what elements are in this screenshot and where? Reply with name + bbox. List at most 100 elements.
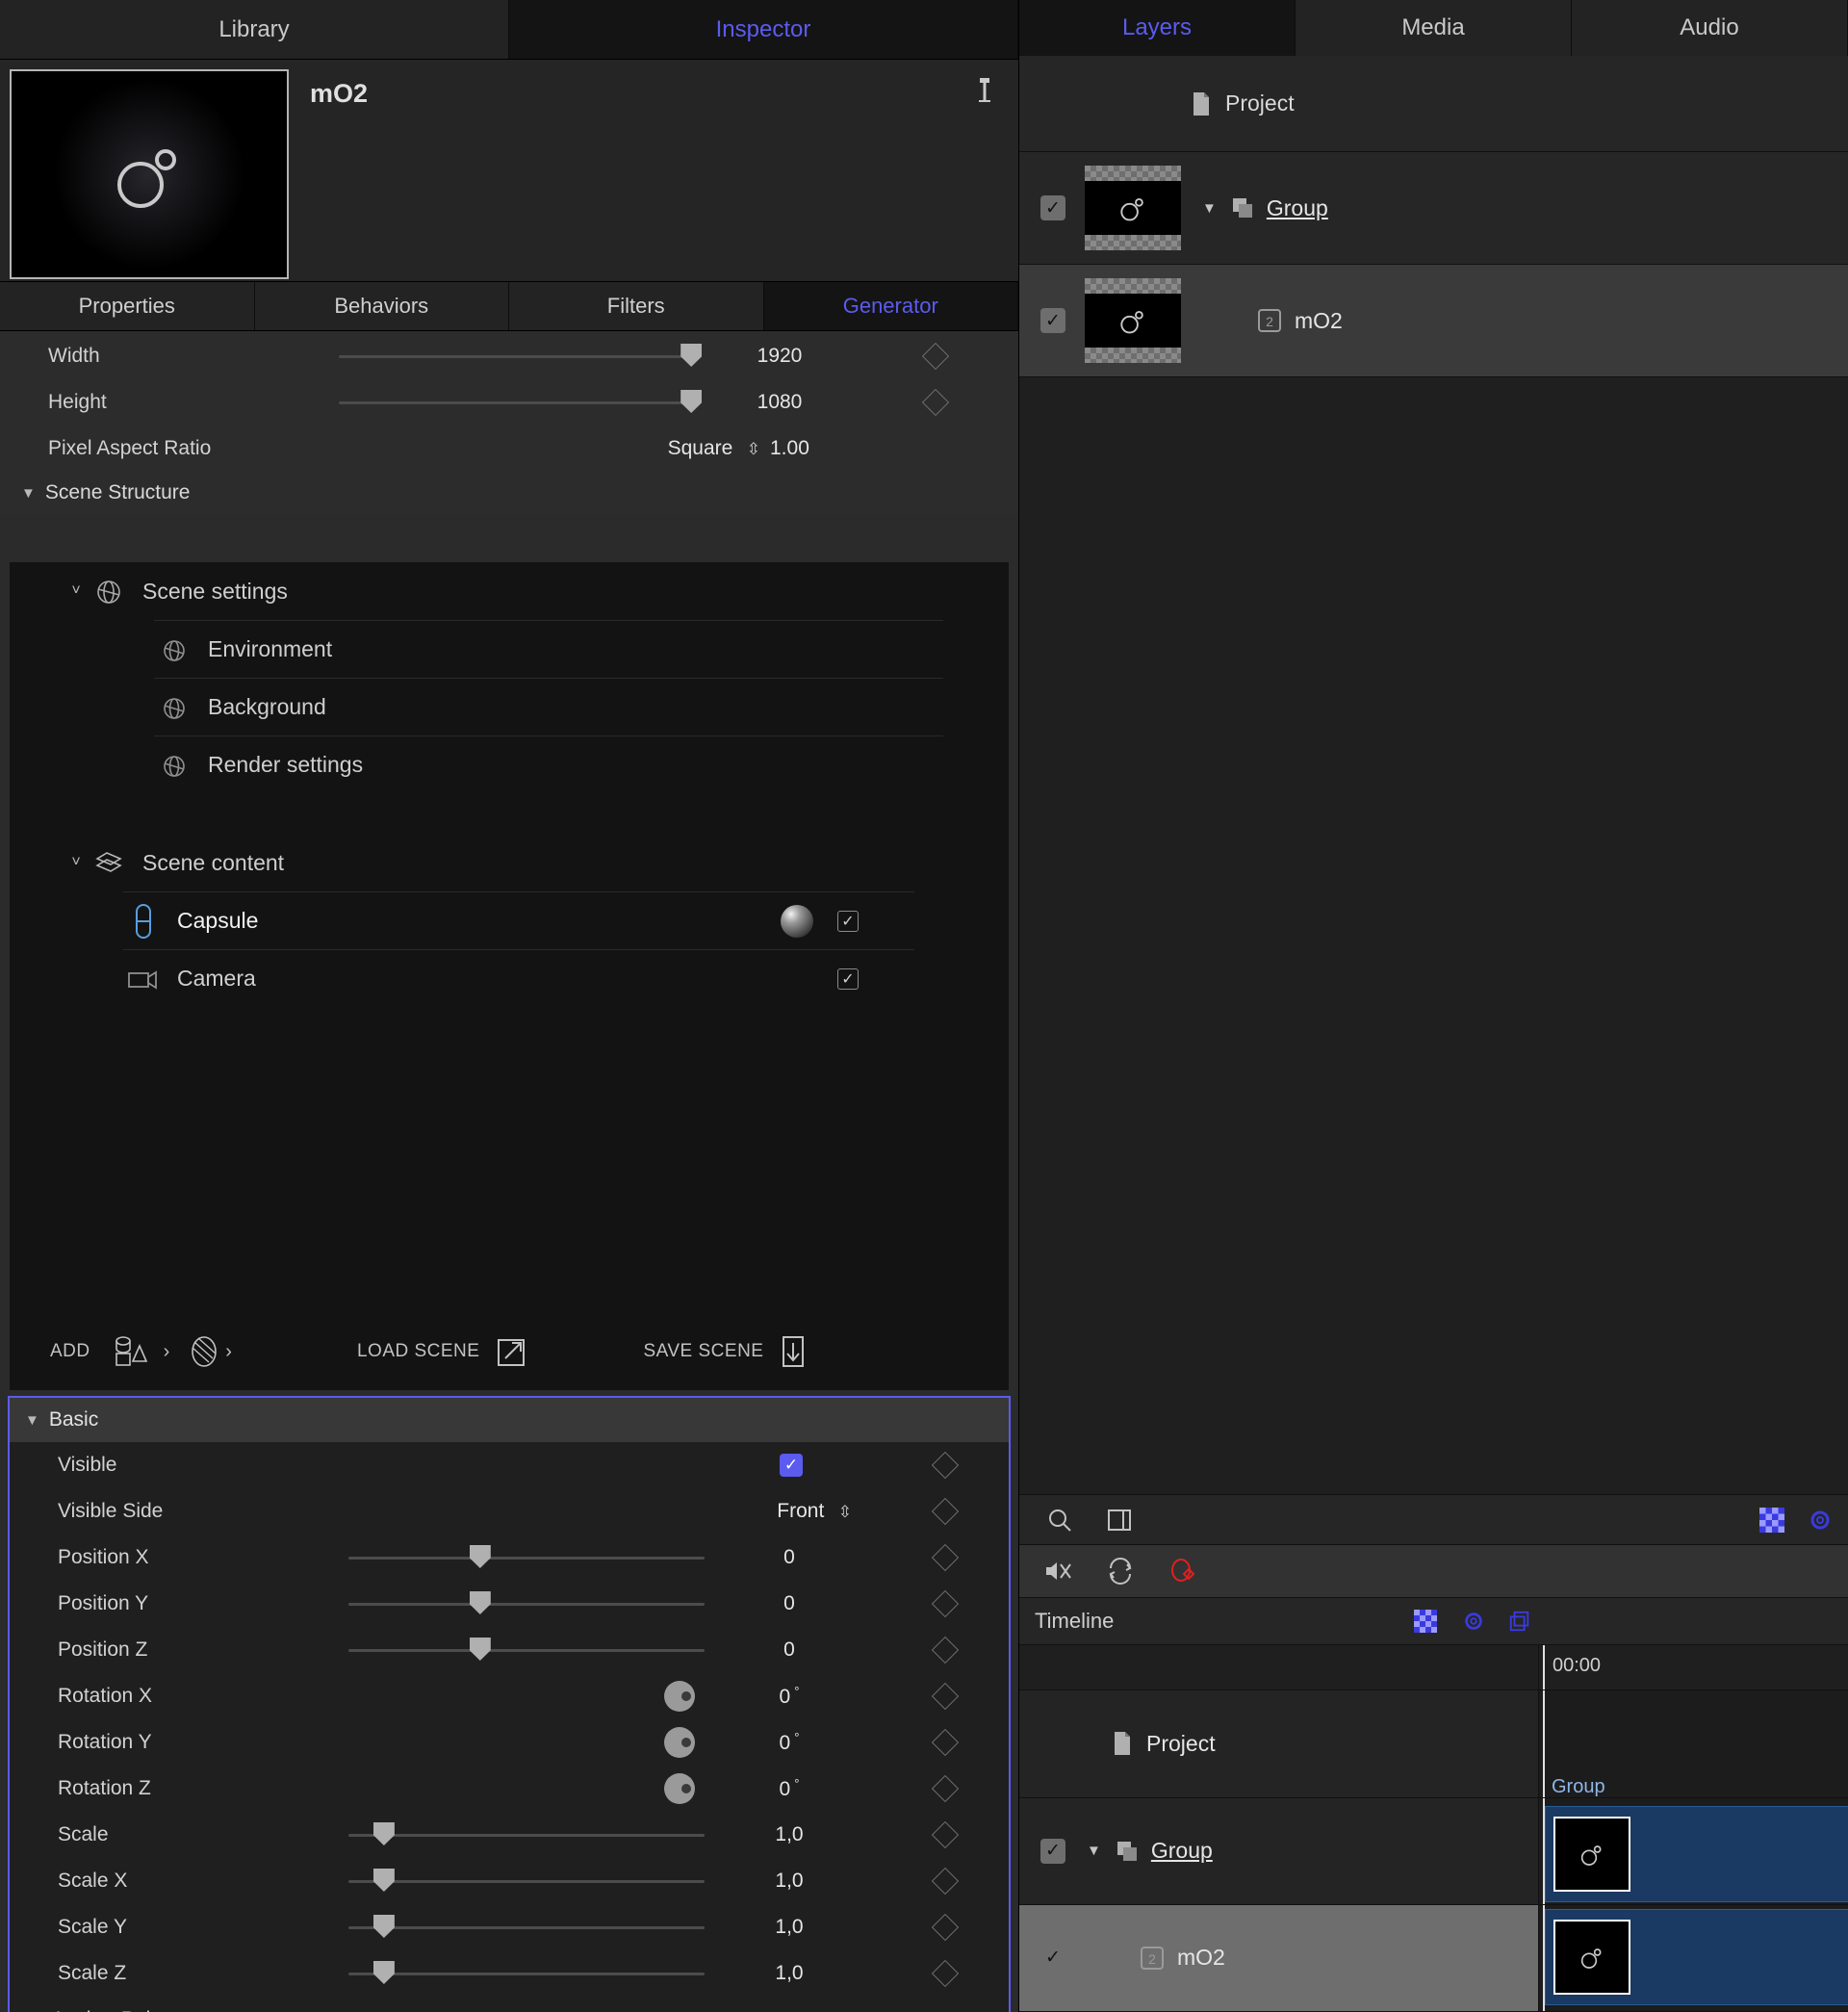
- value-width[interactable]: 1920: [717, 345, 842, 368]
- slider-knob[interactable]: [469, 1638, 491, 1661]
- property-row-anchor-point[interactable]: ▶ Anchor Point: [10, 1997, 1009, 2012]
- slider-knob[interactable]: [372, 1822, 395, 1845]
- keyframe-diamond-icon[interactable]: [921, 388, 950, 417]
- slider-scale-z[interactable]: [348, 1961, 705, 1984]
- tab-inspector[interactable]: Inspector: [509, 0, 1018, 59]
- keyframe-diamond-icon[interactable]: [931, 1820, 960, 1849]
- keyframe-diamond-icon[interactable]: [931, 1867, 960, 1896]
- keyframe-diamond-icon[interactable]: [921, 342, 950, 371]
- load-scene-label[interactable]: LOAD SCENE: [357, 1341, 479, 1362]
- keyframe-diamond-icon[interactable]: [931, 1959, 960, 1988]
- checkerboard-icon[interactable]: [1759, 1507, 1784, 1533]
- slider-knob[interactable]: [469, 1591, 491, 1614]
- loop-icon[interactable]: [1106, 1557, 1135, 1586]
- value-pixel-aspect-ratio[interactable]: 1.00: [770, 437, 886, 460]
- value-rotation-z[interactable]: 0 °: [727, 1776, 852, 1801]
- shapes-icon[interactable]: [112, 1332, 162, 1371]
- timeline-row-mo2[interactable]: ✓ 2 mO2: [1019, 1904, 1848, 2012]
- slider-width[interactable]: [339, 344, 703, 367]
- slider-knob[interactable]: [372, 1961, 395, 1984]
- chevron-right-icon[interactable]: ›: [225, 1341, 232, 1363]
- tab-layers[interactable]: Layers: [1019, 0, 1296, 57]
- timeline-row-group[interactable]: ✓ ▼ Group Group: [1019, 1776, 1848, 1905]
- material-preview-sphere[interactable]: [781, 904, 813, 938]
- slider-knob[interactable]: [680, 344, 703, 367]
- tab-audio[interactable]: Audio: [1572, 0, 1848, 57]
- tab-library[interactable]: Library: [0, 0, 509, 59]
- playhead[interactable]: [1543, 1690, 1545, 1797]
- value-scale-x[interactable]: 1,0: [727, 1870, 852, 1893]
- label-layer-mo2[interactable]: mO2: [1295, 308, 1343, 334]
- chevron-updown-icon[interactable]: ⇳: [747, 441, 760, 457]
- panel-layout-icon[interactable]: [1106, 1507, 1133, 1534]
- timeline-visibility-checkbox[interactable]: ✓: [1040, 1838, 1065, 1864]
- tree-item-capsule[interactable]: Capsule ✓: [123, 891, 914, 949]
- section-basic[interactable]: ▼ Basic: [10, 1398, 1009, 1442]
- slider-position-y[interactable]: [348, 1591, 705, 1614]
- keyframe-diamond-icon[interactable]: [931, 1774, 960, 1803]
- layers-list[interactable]: Project ✓ ▼ Group ✓ 2 mO2: [1019, 56, 1848, 1495]
- capsule-enabled-checkbox[interactable]: ✓: [837, 910, 859, 932]
- material-sphere-icon[interactable]: [187, 1332, 221, 1371]
- layer-row-mo2[interactable]: ✓ 2 mO2: [1019, 265, 1848, 378]
- timeline-ruler[interactable]: 00:00: [1019, 1645, 1848, 1691]
- search-icon[interactable]: [1046, 1507, 1073, 1534]
- tab-generator[interactable]: Generator: [763, 282, 1018, 330]
- keyframe-diamond-icon[interactable]: [931, 1589, 960, 1618]
- keyframe-diamond-icon[interactable]: [931, 1543, 960, 1572]
- timeline-visibility-checkbox[interactable]: ✓: [1040, 1945, 1065, 1971]
- select-pixel-aspect-ratio[interactable]: Square: [668, 437, 733, 459]
- slider-knob[interactable]: [469, 1545, 491, 1568]
- value-scale-z[interactable]: 1,0: [727, 1962, 852, 1985]
- section-scene-structure[interactable]: ▼ Scene Structure: [0, 472, 1018, 514]
- tree-item-environment[interactable]: Environment: [154, 620, 943, 678]
- label-timeline-group[interactable]: Group: [1151, 1838, 1213, 1864]
- slider-scale-x[interactable]: [348, 1869, 705, 1892]
- save-scene-label[interactable]: SAVE SCENE: [643, 1341, 763, 1362]
- tab-properties[interactable]: Properties: [0, 282, 255, 330]
- export-arrow-icon[interactable]: [495, 1334, 527, 1369]
- value-rotation-x[interactable]: 0 °: [727, 1684, 852, 1709]
- generator-properties-pane[interactable]: Width 1920 Height 1080 Pixel Aspect Rati…: [0, 331, 1018, 2012]
- chevron-down-icon[interactable]: ˅: [64, 854, 89, 871]
- slider-position-x[interactable]: [348, 1545, 705, 1568]
- disclosure-triangle-icon[interactable]: ▼: [1202, 200, 1217, 217]
- chevron-updown-icon[interactable]: ⇳: [838, 1504, 852, 1520]
- chevron-down-icon[interactable]: ˅: [64, 582, 89, 600]
- keyframe-diamond-icon[interactable]: [931, 1636, 960, 1664]
- value-height[interactable]: 1080: [717, 391, 842, 414]
- keyframe-diamond-icon[interactable]: [931, 1451, 960, 1480]
- rotation-dial-y[interactable]: [664, 1727, 695, 1758]
- value-scale-y[interactable]: 1,0: [727, 1916, 852, 1939]
- layer-row-project[interactable]: Project: [1019, 56, 1848, 153]
- tab-media[interactable]: Media: [1296, 0, 1572, 57]
- slider-knob[interactable]: [680, 390, 703, 413]
- value-position-x[interactable]: 0: [727, 1546, 852, 1569]
- keyframe-diamond-icon[interactable]: [931, 1497, 960, 1526]
- gear-icon[interactable]: [1808, 1508, 1833, 1533]
- tab-filters[interactable]: Filters: [509, 282, 764, 330]
- scene-structure-tree[interactable]: ˅ Scene settings Environment Background …: [10, 562, 1009, 1313]
- camera-enabled-checkbox[interactable]: ✓: [837, 967, 859, 990]
- disclosure-triangle-icon[interactable]: ▼: [1087, 1843, 1101, 1859]
- slider-knob[interactable]: [372, 1915, 395, 1938]
- slider-scale[interactable]: [348, 1822, 705, 1845]
- tab-behaviors[interactable]: Behaviors: [254, 282, 509, 330]
- tree-item-scene-content[interactable]: ˅ Scene content: [10, 834, 1009, 891]
- tree-item-scene-settings[interactable]: ˅ Scene settings: [10, 562, 1009, 620]
- rotation-dial-x[interactable]: [664, 1681, 695, 1712]
- keyframe-diamond-icon[interactable]: [931, 1728, 960, 1757]
- layer-visibility-checkbox[interactable]: ✓: [1040, 308, 1065, 334]
- value-position-z[interactable]: 0: [727, 1638, 852, 1662]
- timeline-clip-mo2[interactable]: [1545, 1908, 1848, 2005]
- label-layer-group[interactable]: Group: [1267, 195, 1328, 221]
- playhead[interactable]: [1543, 1645, 1545, 1690]
- checkbox-visible[interactable]: ✓: [780, 1454, 803, 1477]
- keyframe-diamond-icon[interactable]: [931, 1682, 960, 1711]
- layer-row-group[interactable]: ✓ ▼ Group: [1019, 152, 1848, 266]
- mute-icon[interactable]: [1042, 1557, 1073, 1586]
- rotation-dial-z[interactable]: [664, 1773, 695, 1804]
- keyframe-diamond-icon[interactable]: [931, 1913, 960, 1942]
- tree-item-camera[interactable]: Camera ✓: [123, 949, 914, 1007]
- slider-height[interactable]: [339, 390, 703, 413]
